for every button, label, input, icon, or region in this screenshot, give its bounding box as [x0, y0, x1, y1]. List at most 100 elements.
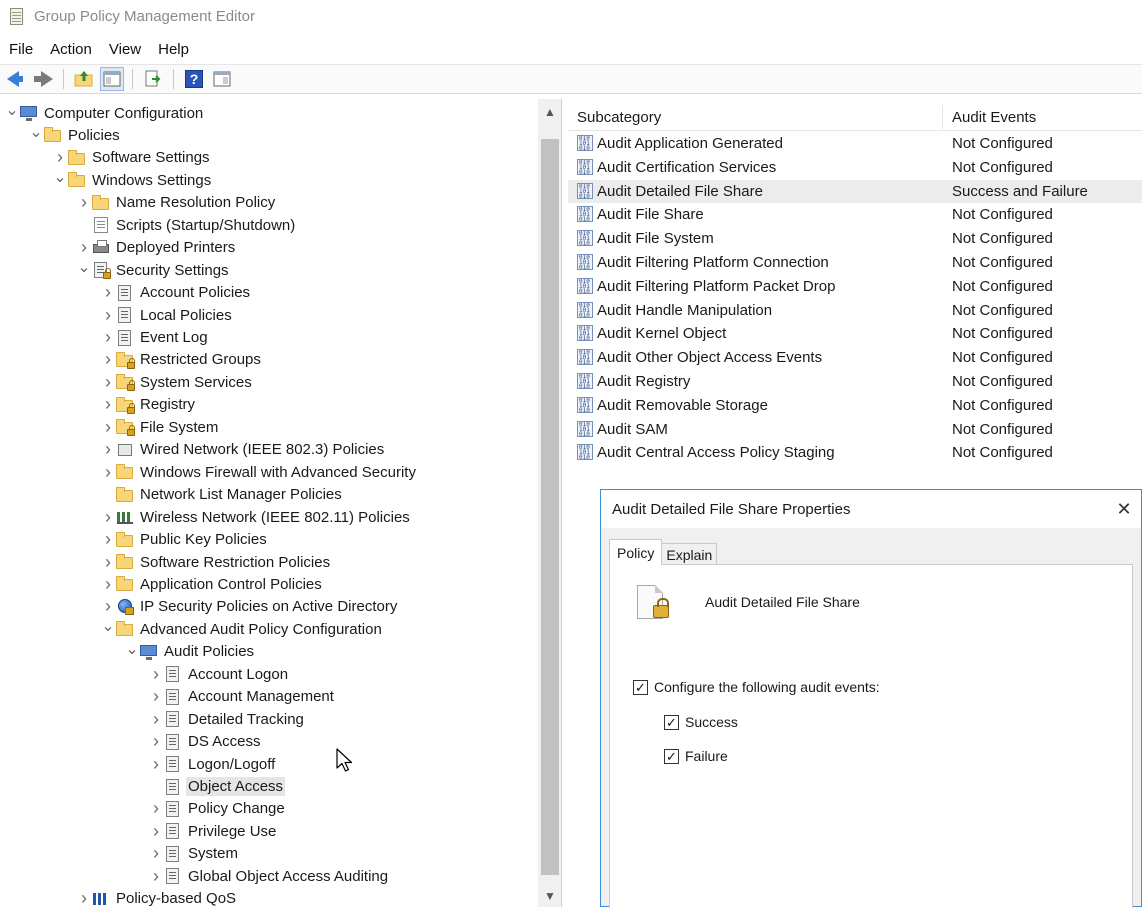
- chevron-right-icon[interactable]: ›: [148, 820, 164, 842]
- close-icon[interactable]: ✕: [1113, 498, 1135, 520]
- chevron-down-icon[interactable]: ⌄: [52, 166, 68, 188]
- column-audit-events[interactable]: Audit Events: [952, 103, 1036, 131]
- list-item[interactable]: 010 101 010 Audit Filtering Platform Connec…: [568, 251, 1142, 274]
- menu-action[interactable]: Action: [50, 39, 101, 60]
- list-item[interactable]: 010 101 010 Audit Certification Services Not…: [568, 156, 1142, 179]
- forward-button[interactable]: [31, 67, 55, 91]
- tree-item[interactable]: ⌄ Audit Policies: [124, 641, 256, 663]
- configure-audit-events-checkbox[interactable]: ✓: [633, 679, 648, 695]
- list-item[interactable]: 010 101 010 Audit Central Access Policy Sta…: [568, 441, 1142, 464]
- view-button[interactable]: [210, 67, 234, 91]
- tree-item[interactable]: Scripts (Startup/Shutdown): [76, 214, 297, 236]
- tree-item[interactable]: Object Access: [148, 776, 286, 798]
- tree-item[interactable]: › Software Settings: [52, 147, 212, 169]
- chevron-down-icon[interactable]: ⌄: [100, 615, 116, 637]
- tree-item[interactable]: › Restricted Groups: [100, 349, 263, 371]
- tab-policy[interactable]: Policy: [609, 539, 663, 565]
- chevron-down-icon[interactable]: ⌄: [76, 256, 92, 278]
- chevron-right-icon[interactable]: ›: [100, 327, 116, 349]
- chevron-right-icon[interactable]: ›: [100, 371, 116, 393]
- list-item[interactable]: 010 101 010 Audit Filtering Platform Packet…: [568, 275, 1142, 298]
- column-subcategory[interactable]: Subcategory: [577, 103, 661, 131]
- chevron-right-icon[interactable]: ›: [100, 439, 116, 461]
- tree-item[interactable]: › System: [148, 843, 240, 865]
- export-list-button[interactable]: [141, 67, 165, 91]
- console-tree[interactable]: ⌄ Computer Configuration ⌄ Policies › Softwar…: [0, 99, 562, 907]
- up-level-button[interactable]: [72, 67, 96, 91]
- tree-item[interactable]: › Wireless Network (IEEE 802.11) Policies: [100, 506, 412, 528]
- dialog-title-bar[interactable]: Audit Detailed File Share Properties ✕: [601, 490, 1141, 528]
- tree-item[interactable]: › Local Policies: [100, 304, 234, 326]
- chevron-right-icon[interactable]: ›: [100, 551, 116, 573]
- tree-item[interactable]: › Detailed Tracking: [148, 708, 306, 730]
- menu-view[interactable]: View: [109, 39, 150, 60]
- tree-item[interactable]: › File System: [100, 416, 220, 438]
- list-item[interactable]: 010 101 010 Audit Other Object Access Event…: [568, 346, 1142, 369]
- tree-item[interactable]: › Software Restriction Policies: [100, 551, 332, 573]
- tree-item[interactable]: ⌄ Windows Settings: [52, 169, 213, 191]
- tree-item[interactable]: › Global Object Access Auditing: [148, 865, 390, 887]
- chevron-right-icon[interactable]: ›: [148, 798, 164, 820]
- chevron-right-icon[interactable]: ›: [100, 416, 116, 438]
- chevron-right-icon[interactable]: ›: [148, 686, 164, 708]
- chevron-right-icon[interactable]: ›: [100, 461, 116, 483]
- list-item[interactable]: 010 101 010 Audit Detailed File Share Succes…: [568, 179, 1142, 203]
- tree-item[interactable]: › Policy Change: [148, 798, 287, 820]
- tree-item[interactable]: › Deployed Printers: [76, 237, 237, 259]
- list-item[interactable]: 010 101 010 Audit Removable Storage Not Conf…: [568, 394, 1142, 417]
- success-checkbox[interactable]: ✓: [664, 714, 679, 730]
- menu-help[interactable]: Help: [158, 39, 198, 60]
- tree-item[interactable]: Network List Manager Policies: [100, 484, 344, 506]
- chevron-down-icon[interactable]: ⌄: [28, 121, 44, 143]
- chevron-right-icon[interactable]: ›: [100, 304, 116, 326]
- list-item[interactable]: 010 101 010 Audit Kernel Object Not Configur…: [568, 322, 1142, 345]
- chevron-right-icon[interactable]: ›: [148, 708, 164, 730]
- chevron-right-icon[interactable]: ›: [148, 731, 164, 753]
- chevron-right-icon[interactable]: ›: [148, 753, 164, 775]
- tree-item[interactable]: › Registry: [100, 394, 197, 416]
- tree-item[interactable]: › Public Key Policies: [100, 529, 269, 551]
- tree-item[interactable]: › Windows Firewall with Advanced Security: [100, 461, 418, 483]
- scroll-up-button[interactable]: ▲: [538, 101, 561, 123]
- tree-item[interactable]: › Policy-based QoS: [76, 888, 238, 907]
- chevron-right-icon[interactable]: ›: [76, 192, 92, 214]
- tree-item[interactable]: › Privilege Use: [148, 820, 278, 842]
- list-item[interactable]: 010 101 010 Audit Handle Manipulation Not Co…: [568, 299, 1142, 322]
- tree-item[interactable]: ⌄ Security Settings: [76, 259, 231, 281]
- tree-item[interactable]: › System Services: [100, 371, 254, 393]
- tree-item[interactable]: › IP Security Policies on Active Director…: [100, 596, 399, 618]
- tree-item[interactable]: › Logon/Logoff: [148, 753, 277, 775]
- tree-item[interactable]: ⌄ Policies: [28, 124, 122, 146]
- tree-item[interactable]: › Application Control Policies: [100, 573, 324, 595]
- tree-item[interactable]: ⌄ Advanced Audit Policy Configuration: [100, 618, 384, 640]
- chevron-right-icon[interactable]: ›: [100, 349, 116, 371]
- list-item[interactable]: 010 101 010 Audit File Share Not Configured: [568, 203, 1142, 226]
- chevron-right-icon[interactable]: ›: [100, 529, 116, 551]
- back-button[interactable]: [3, 67, 27, 91]
- help-button[interactable]: ?: [182, 67, 206, 91]
- tree-item[interactable]: › Account Management: [148, 686, 336, 708]
- chevron-right-icon[interactable]: ›: [148, 663, 164, 685]
- tab-explain[interactable]: Explain: [661, 543, 718, 565]
- tree-item[interactable]: › Wired Network (IEEE 802.3) Policies: [100, 439, 386, 461]
- show-hide-tree-button[interactable]: [100, 67, 124, 91]
- chevron-down-icon[interactable]: ⌄: [124, 638, 140, 660]
- chevron-right-icon[interactable]: ›: [100, 282, 116, 304]
- scrollbar-thumb[interactable]: [541, 139, 559, 875]
- chevron-right-icon[interactable]: ›: [100, 506, 116, 528]
- chevron-right-icon[interactable]: ›: [148, 865, 164, 887]
- tree-item[interactable]: › Account Policies: [100, 282, 252, 304]
- tree-item[interactable]: › Name Resolution Policy: [76, 192, 277, 214]
- scroll-down-button[interactable]: ▼: [538, 885, 561, 907]
- tree-scrollbar[interactable]: ▲ ▼: [538, 99, 561, 907]
- tree-item[interactable]: › DS Access: [148, 731, 263, 753]
- failure-checkbox[interactable]: ✓: [664, 748, 679, 764]
- list-item[interactable]: 010 101 010 Audit SAM Not Configured: [568, 418, 1142, 441]
- menu-file[interactable]: File: [9, 39, 42, 60]
- chevron-right-icon[interactable]: ›: [100, 573, 116, 595]
- tree-item[interactable]: › Account Logon: [148, 663, 290, 685]
- chevron-right-icon[interactable]: ›: [148, 843, 164, 865]
- column-divider[interactable]: [942, 105, 943, 129]
- chevron-right-icon[interactable]: ›: [76, 888, 92, 907]
- list-item[interactable]: 010 101 010 Audit Registry Not Configured: [568, 370, 1142, 393]
